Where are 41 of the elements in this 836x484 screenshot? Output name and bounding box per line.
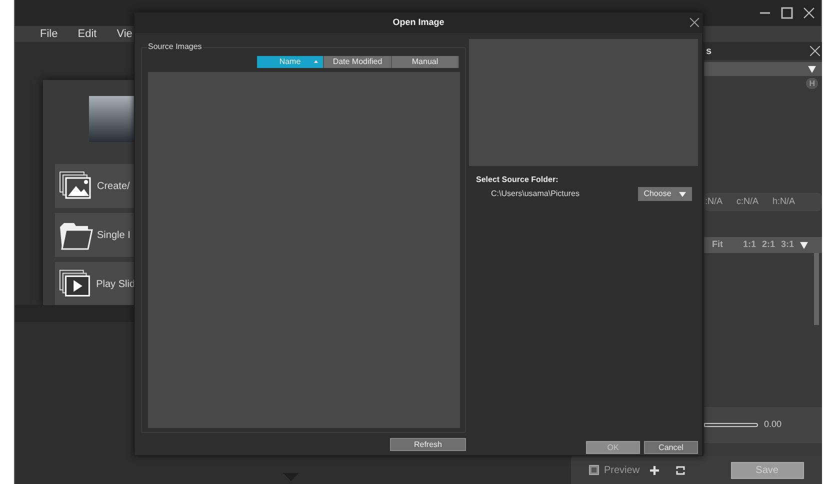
zoom-option[interactable]: 2:1: [762, 238, 776, 252]
dialog-title: Open Image: [392, 16, 444, 30]
zoom-option[interactable]: 3:1: [781, 238, 794, 252]
sort-tab[interactable]: Manual: [392, 56, 459, 68]
readout: :N/A: [705, 195, 723, 208]
cancel-button[interactable]: Cancel: [644, 441, 698, 454]
caret-icon: [808, 66, 816, 72]
sort-up-icon: [314, 60, 318, 63]
slider-track[interactable]: [704, 423, 758, 427]
close-icon[interactable]: [690, 18, 699, 27]
plus-icon[interactable]: [650, 466, 659, 474]
sort-tab[interactable]: Name: [257, 56, 324, 68]
scrollbar-thumb[interactable]: [814, 253, 819, 325]
badge: H: [806, 78, 818, 89]
maximize-icon[interactable]: [781, 7, 793, 19]
zoom-option[interactable]: Fit: [712, 238, 723, 252]
zoom-option[interactable]: 1:1: [743, 238, 756, 252]
launch-button[interactable]: Single I: [55, 213, 135, 257]
loop-icon[interactable]: [676, 466, 685, 474]
logo-drawing: [89, 96, 135, 142]
group-label: Source Images: [147, 41, 203, 53]
refresh-button[interactable]: Refresh: [390, 438, 466, 451]
choose-dropdown[interactable]: Choose: [638, 187, 692, 201]
readout: h:N/A: [772, 195, 796, 208]
sort-tab[interactable]: Date Modified: [324, 56, 392, 68]
folder-path: C:\Users\usama\Pictures: [491, 188, 580, 200]
caret-icon: [679, 192, 686, 196]
checkbox[interactable]: [589, 465, 599, 475]
caret-icon[interactable]: [800, 242, 808, 248]
menu-item[interactable]: Edit: [78, 26, 97, 42]
readout: c:N/A: [736, 195, 759, 208]
launch-button[interactable]: Create/: [55, 164, 135, 208]
close-icon[interactable]: [810, 46, 820, 56]
slider-value: 0.00: [764, 418, 782, 432]
menu-item[interactable]: File: [40, 26, 58, 42]
menu-item[interactable]: Vie: [116, 26, 132, 42]
folder-label: Select Source Folder:: [476, 174, 560, 186]
panel-title: s: [706, 44, 712, 58]
image-stack-icon: [58, 170, 94, 202]
close-icon[interactable]: [803, 7, 815, 19]
preview-label: Preview: [604, 464, 640, 478]
